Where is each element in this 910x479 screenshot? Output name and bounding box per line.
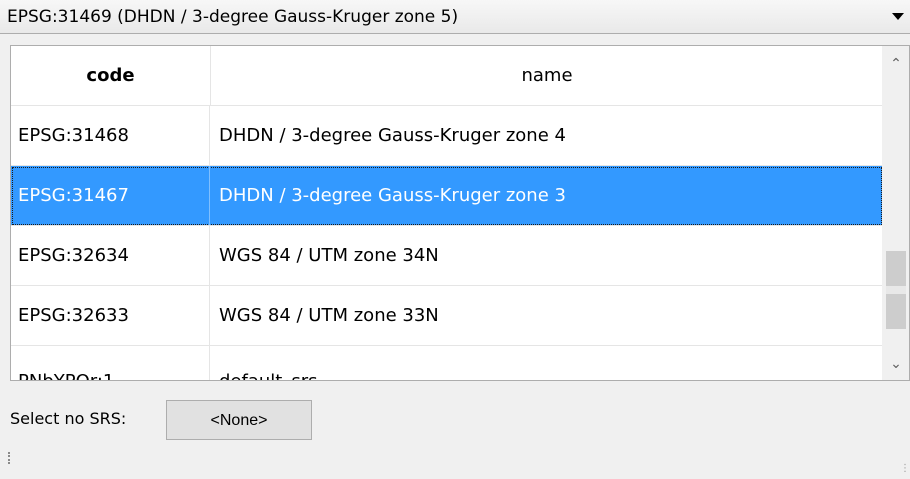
table-header: code name [11, 46, 883, 106]
table-row-selected[interactable]: EPSG:31467 DHDN / 3-degree Gauss-Kruger … [11, 166, 883, 226]
cell-name: WGS 84 / UTM zone 33N [219, 305, 439, 326]
vertical-scrollbar[interactable]: ⌃ ⌄ [882, 46, 909, 380]
column-header-name[interactable]: name [211, 46, 883, 105]
select-no-srs-label: Select no SRS: [10, 409, 127, 428]
cell-name: default_srs [211, 346, 883, 380]
table-row[interactable]: PNbYPOr:1 default_srs [11, 346, 883, 380]
table-row[interactable]: EPSG:32634 WGS 84 / UTM zone 34N [11, 226, 883, 286]
cell-code: PNbYPOr:1 [11, 346, 210, 380]
cell-name: WGS 84 / UTM zone 34N [219, 245, 439, 266]
srs-combo[interactable]: EPSG:31469 (DHDN / 3-degree Gauss-Kruger… [0, 0, 910, 34]
resize-grip-icon[interactable]: ⋮ [900, 464, 910, 474]
none-button[interactable]: <None> [166, 400, 312, 440]
srs-table[interactable]: code name EPSG:31468 DHDN / 3-degree Gau… [10, 45, 910, 381]
splitter-handle[interactable] [8, 452, 12, 464]
cell-name: DHDN / 3-degree Gauss-Kruger zone 3 [219, 185, 566, 206]
cell-code: EPSG:32634 [11, 226, 210, 285]
table-row[interactable]: EPSG:31468 DHDN / 3-degree Gauss-Kruger … [11, 106, 883, 166]
cell-name: DHDN / 3-degree Gauss-Kruger zone 4 [219, 125, 566, 146]
chevron-up-icon[interactable]: ⌃ [883, 52, 909, 76]
cell-code: EPSG:31467 [11, 166, 210, 225]
cell-code: EPSG:31468 [11, 106, 210, 165]
table-row[interactable]: EPSG:32633 WGS 84 / UTM zone 33N [11, 286, 883, 346]
srs-combo-value: EPSG:31469 (DHDN / 3-degree Gauss-Kruger… [7, 7, 459, 27]
column-header-code[interactable]: code [11, 46, 211, 105]
scrollbar-thumb-grip [886, 286, 906, 294]
cell-code: EPSG:32633 [11, 286, 210, 345]
dropdown-arrow-icon[interactable] [892, 13, 904, 20]
chevron-down-icon[interactable]: ⌄ [883, 352, 909, 376]
